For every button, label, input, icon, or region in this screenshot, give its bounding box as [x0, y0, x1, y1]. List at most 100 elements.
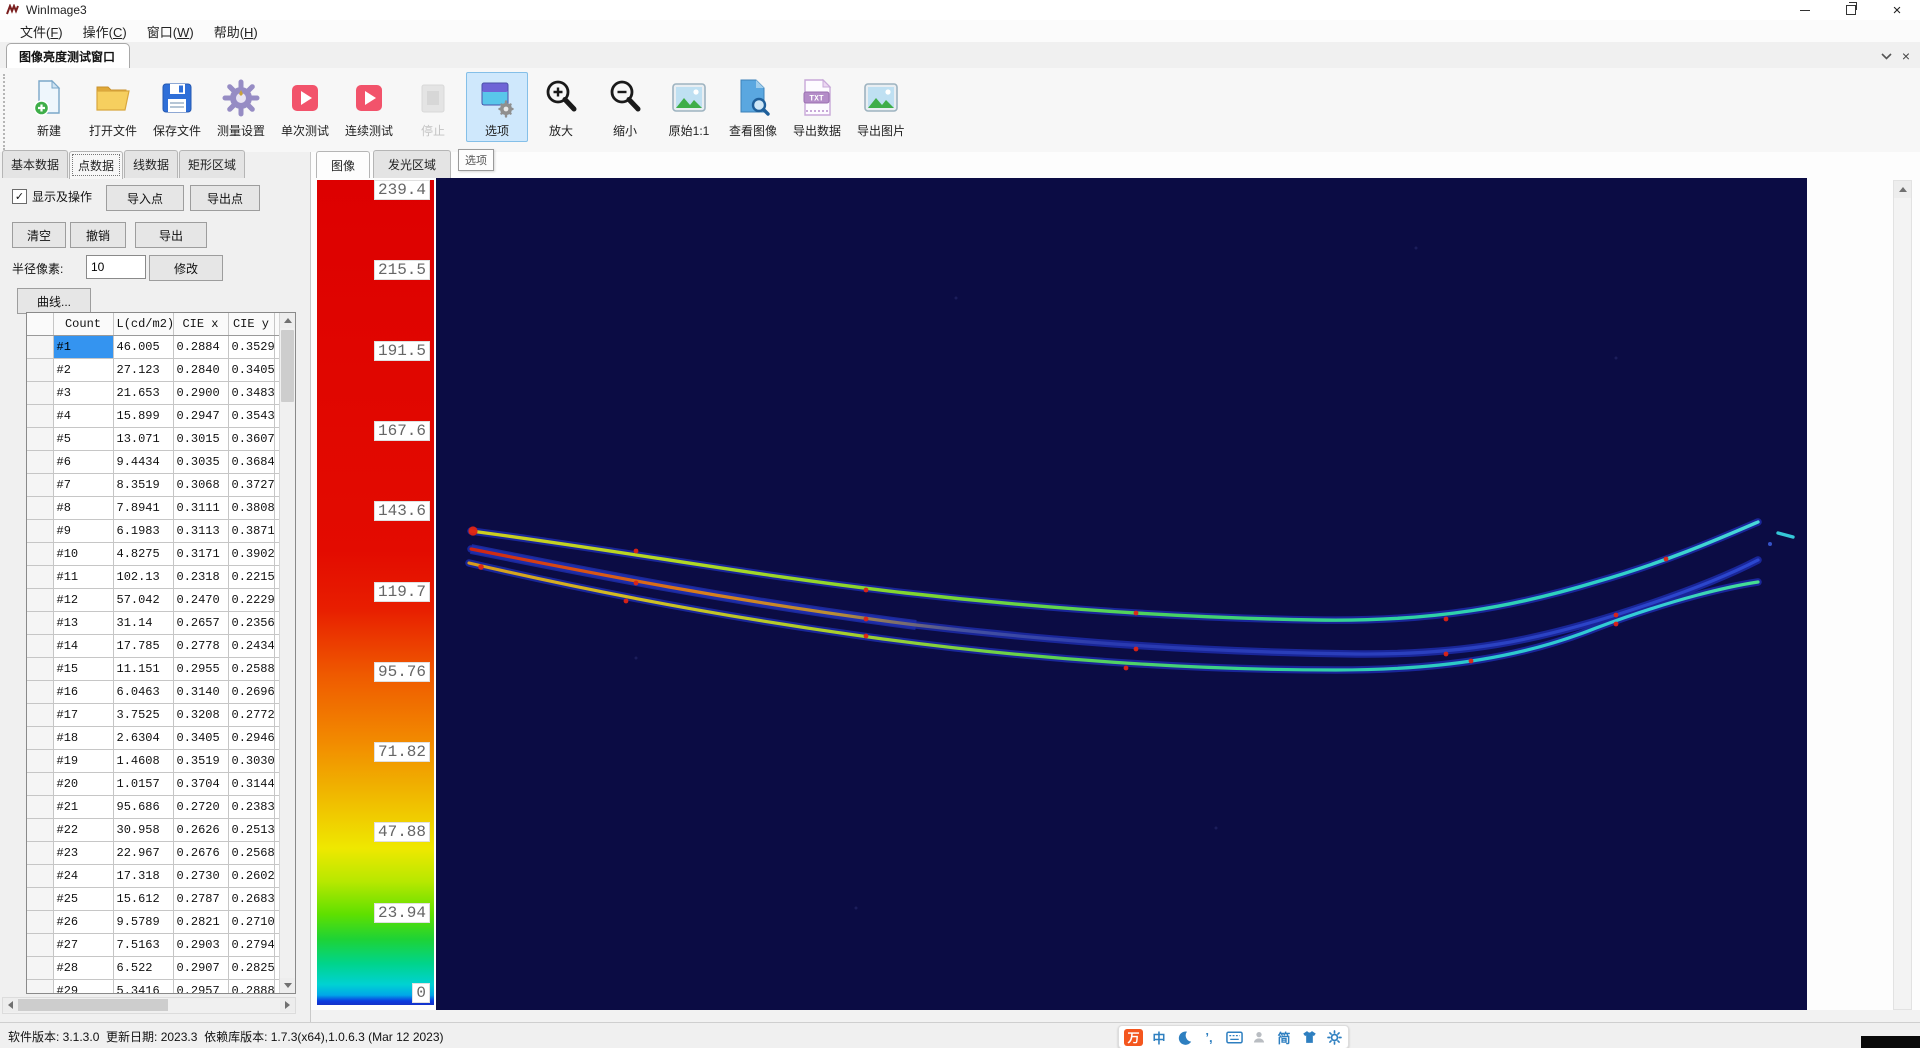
export-points-button[interactable]: 导出点 — [190, 185, 260, 211]
tab-point-data[interactable]: 点数据 — [69, 151, 123, 179]
toolbar-button-view-image[interactable]: 查看图像 — [722, 72, 784, 142]
table-row[interactable]: #201.01570.37040.3144: — [27, 773, 280, 796]
scroll-up-button[interactable] — [1894, 181, 1911, 198]
radius-input[interactable] — [86, 255, 146, 279]
table-row[interactable]: #286.5220.29070.2825: — [27, 957, 280, 980]
table-row[interactable]: #1331.140.26570.2356: — [27, 612, 280, 635]
export-button[interactable]: 导出 — [135, 222, 207, 248]
toolbar-button-measure-settings[interactable]: 测量设置 — [210, 72, 272, 142]
import-points-button[interactable]: 导入点 — [106, 185, 184, 211]
column-header-count[interactable]: Count — [53, 313, 113, 336]
toolbar-button-zoom-out[interactable]: 缩小 — [594, 72, 656, 142]
column-header-cie-x[interactable]: CIE x — [173, 313, 228, 336]
curve-button[interactable]: 曲线... — [17, 288, 91, 314]
ime-language-icon[interactable]: 中 — [1150, 1028, 1168, 1046]
toolbar-button-export-image[interactable]: 导出图片 — [850, 72, 912, 142]
panel-horizontal-scrollbar[interactable] — [2, 997, 296, 1014]
column-header-cie-y[interactable]: CIE y — [228, 313, 274, 336]
toolbar-button-stop: 停止 — [402, 72, 464, 142]
table-row[interactable]: #2195.6860.27200.2383: — [27, 796, 280, 819]
table-vertical-scrollbar[interactable] — [279, 313, 295, 993]
undo-button[interactable]: 撤销 — [70, 222, 126, 248]
table-row[interactable]: #2322.9670.26760.2568: — [27, 842, 280, 865]
table-row[interactable]: #87.89410.31110.3808: — [27, 497, 280, 520]
toolbar-button-continuous-test[interactable]: 连续测试 — [338, 72, 400, 142]
table-row[interactable]: #146.0050.28840.3529: — [27, 336, 280, 359]
display-operate-checkbox[interactable]: ✓ — [12, 189, 27, 204]
toolbar-gripper[interactable] — [3, 74, 13, 150]
clear-button[interactable]: 清空 — [12, 222, 66, 248]
ime-punctuation-icon[interactable]: ’, — [1200, 1028, 1218, 1046]
scroll-up-button[interactable] — [280, 313, 295, 328]
table-row[interactable]: #69.44340.30350.3684: — [27, 451, 280, 474]
tab-image-luminance-test[interactable]: 图像亮度测试窗口 — [6, 43, 130, 69]
table-row[interactable]: #191.46080.35190.3030: — [27, 750, 280, 773]
toolbar-button-new[interactable]: 新建 — [18, 72, 80, 142]
scroll-right-button[interactable] — [280, 998, 295, 1012]
ime-settings-gear-icon[interactable] — [1325, 1028, 1343, 1046]
measurement-image[interactable] — [436, 178, 1807, 1010]
toolbar-button-label: 新建 — [37, 122, 61, 139]
toolbar-button-export-data[interactable]: TXT 导出数据 — [786, 72, 848, 142]
menu-item-operate[interactable]: 操作(C) — [73, 20, 137, 43]
toolbar-button-open[interactable]: 打开文件 — [82, 72, 144, 142]
toolbar-button-options[interactable]: 选项 — [466, 72, 528, 142]
ime-toolbar[interactable]: 万 中 ’, 简 — [1118, 1025, 1349, 1048]
table-row[interactable]: #182.63040.34050.2946: — [27, 727, 280, 750]
tab-basic-data[interactable]: 基本数据 — [2, 150, 68, 178]
table-row[interactable]: #1257.0420.24700.2229: — [27, 589, 280, 612]
table-row[interactable]: #166.04630.31400.2696: — [27, 681, 280, 704]
table-row[interactable]: #2230.9580.26260.2513: — [27, 819, 280, 842]
table-row[interactable]: #1417.7850.27780.2434: — [27, 635, 280, 658]
table-row[interactable]: #2417.3180.27300.2602: — [27, 865, 280, 888]
minimize-button[interactable] — [1782, 0, 1828, 20]
table-row[interactable]: #415.8990.29470.3543: — [27, 405, 280, 428]
menu-item-window[interactable]: 窗口(W) — [137, 20, 204, 43]
table-row[interactable]: #227.1230.28400.3405: — [27, 359, 280, 382]
menu-item-file[interactable]: 文件(F) — [10, 20, 73, 43]
table-row[interactable]: #104.82750.31710.3902: — [27, 543, 280, 566]
image-vertical-scrollbar[interactable] — [1893, 180, 1912, 1010]
right-panel: 图像 发光区域 239.4215.5191.5167.6143.6119.795… — [311, 152, 1920, 1022]
ime-simplified-icon[interactable]: 简 — [1275, 1028, 1293, 1046]
close-button[interactable]: × — [1874, 0, 1920, 20]
table-row[interactable]: #295.34160.29570.2888: — [27, 980, 280, 995]
ime-keyboard-icon[interactable] — [1225, 1028, 1243, 1046]
table-row[interactable]: #78.35190.30680.3727: — [27, 474, 280, 497]
close-icon: × — [1893, 3, 1902, 18]
table-row[interactable]: #1511.1510.29550.2588: — [27, 658, 280, 681]
table-row[interactable]: #96.19830.31130.3871: — [27, 520, 280, 543]
table-row[interactable]: #2515.6120.27870.2683: — [27, 888, 280, 911]
tab-close-icon[interactable]: × — [1902, 48, 1910, 64]
table-row[interactable]: #513.0710.30150.3607: — [27, 428, 280, 451]
table-row[interactable]: #321.6530.29000.3483: — [27, 382, 280, 405]
modify-button[interactable]: 修改 — [149, 255, 223, 281]
ime-account-icon[interactable] — [1250, 1028, 1268, 1046]
toolbar-button-single-test[interactable]: 单次测试 — [274, 72, 336, 142]
column-header-luminance[interactable]: L(cd/m2) — [113, 313, 173, 336]
tab-line-data[interactable]: 线数据 — [124, 150, 178, 178]
table-row[interactable]: #173.75250.32080.2772: — [27, 704, 280, 727]
toolbar-button-zoom-in[interactable]: 放大 — [530, 72, 592, 142]
tab-image[interactable]: 图像 — [316, 151, 370, 179]
table-row[interactable]: #269.57890.28210.2710: — [27, 911, 280, 934]
sogou-logo-icon[interactable]: 万 — [1124, 1029, 1143, 1046]
ime-skin-icon[interactable] — [1300, 1028, 1318, 1046]
scrollbar-thumb[interactable] — [18, 999, 168, 1011]
tab-luminous-region[interactable]: 发光区域 — [373, 150, 451, 178]
toolbar-button-save[interactable]: 保存文件 — [146, 72, 208, 142]
scrollbar-thumb[interactable] — [281, 330, 294, 402]
scroll-left-button[interactable] — [3, 998, 18, 1012]
restore-button[interactable] — [1828, 0, 1874, 20]
table-row[interactable]: #11102.130.23180.2215: — [27, 566, 280, 589]
save-floppy-icon — [159, 76, 195, 120]
document-tab-strip: 图像亮度测试窗口 × — [0, 42, 1920, 69]
tab-rect-region[interactable]: 矩形区域 — [179, 150, 245, 178]
menu-item-help[interactable]: 帮助(H) — [204, 20, 268, 43]
toolbar-button-label: 测量设置 — [217, 122, 265, 139]
tab-list-chevron-icon[interactable] — [1881, 53, 1892, 60]
ime-moon-icon[interactable] — [1175, 1028, 1193, 1046]
scroll-down-button[interactable] — [280, 978, 295, 993]
toolbar-button-original-scale[interactable]: 原始1:1 — [658, 72, 720, 142]
table-row[interactable]: #277.51630.29030.2794: — [27, 934, 280, 957]
